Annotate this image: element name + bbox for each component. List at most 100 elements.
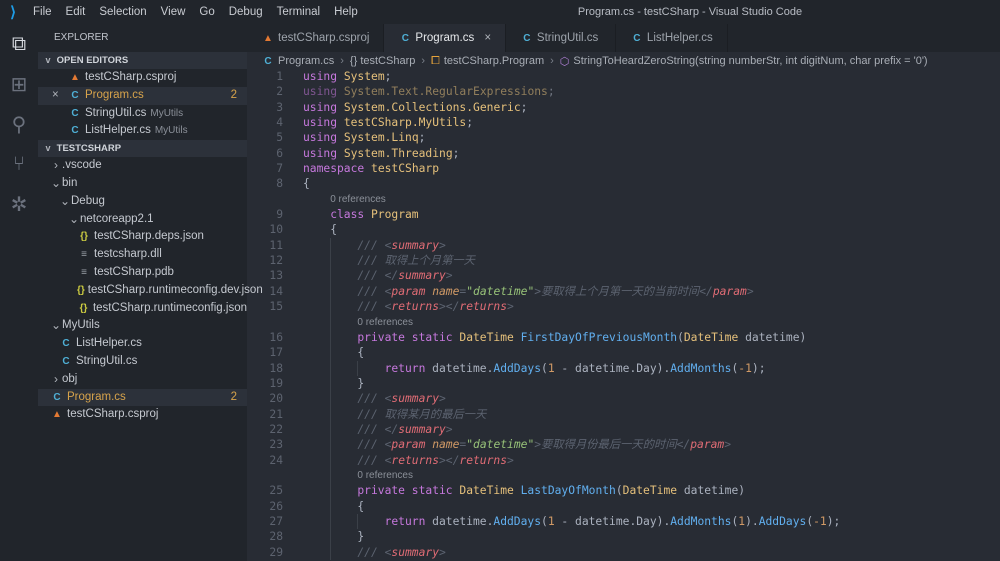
item-label: Program.cs <box>67 390 126 403</box>
file-item[interactable]: C ListHelper.cs <box>38 335 247 353</box>
tab-program-cs[interactable]: C Program.cs × <box>384 24 506 52</box>
code-token: returns <box>459 453 508 467</box>
vscode-logo-icon: ⟩ <box>10 4 16 21</box>
code-editor[interactable]: 1 using System; 2 using System.Text.Regular… <box>247 69 1000 561</box>
tab-close-icon[interactable]: × <box>484 32 491 44</box>
chevron-right-icon: › <box>550 55 554 67</box>
code-lens[interactable]: 0 references <box>247 192 1000 207</box>
code-token: { <box>357 499 365 513</box>
references-lens[interactable]: 0 references <box>330 192 386 207</box>
debug-button[interactable]: ✲ <box>0 184 38 224</box>
menu-edit[interactable]: Edit <box>59 6 93 18</box>
close-icon[interactable]: × <box>52 87 68 105</box>
line-content: private static DateTime LastDayOfMonth(D… <box>283 483 745 499</box>
menu-file[interactable]: File <box>26 6 59 18</box>
folder-item[interactable]: › obj <box>38 371 247 389</box>
file-item[interactable]: {} testCSharp.runtimeconfig.dev.json <box>38 282 263 300</box>
line-number: 1 <box>276 70 283 83</box>
line-number <box>247 468 283 483</box>
tab-listhelper-cs[interactable]: C ListHelper.cs <box>616 24 728 52</box>
menu-selection[interactable]: Selection <box>92 6 153 18</box>
breadcrumb-item[interactable]: StringToHeardZeroString(string numberStr… <box>573 55 927 67</box>
breadcrumb-item[interactable]: {} testCSharp <box>350 55 415 67</box>
code-token: ). <box>745 514 759 528</box>
code-token: returns <box>391 300 439 314</box>
file-item[interactable]: ≡ testCSharp.pdb <box>38 264 247 282</box>
indent-guide <box>330 452 357 468</box>
line-number: 12 <box>269 254 283 268</box>
code-token: ; <box>418 131 426 145</box>
indent-guide <box>303 422 330 437</box>
open-editor-item[interactable]: ▲ testCSharp.csproj <box>38 69 247 87</box>
search-button[interactable]: ⚲ <box>0 104 38 144</box>
code-token: using <box>303 116 344 130</box>
code-token: = <box>459 284 467 298</box>
tab-testcsharp-csproj[interactable]: ▲ testCSharp.csproj <box>247 24 385 52</box>
open-editor-item[interactable]: × C Program.cs 2 <box>38 86 247 105</box>
folder-item[interactable]: ⌄ bin <box>38 175 247 193</box>
line-number: 21 <box>269 407 283 421</box>
breadcrumb-item[interactable]: testCSharp.Program <box>444 55 544 67</box>
files-button[interactable]: ⧉ <box>0 24 38 64</box>
folder-item[interactable]: ⌄ MyUtils <box>38 317 247 335</box>
menu-help[interactable]: Help <box>327 6 365 18</box>
code-token: DateTime <box>459 484 521 498</box>
code-token: > <box>445 422 453 436</box>
menu-terminal[interactable]: Terminal <box>270 6 327 18</box>
file-item[interactable]: ▲ testCSharp.csproj <box>38 406 247 424</box>
breadcrumb-item[interactable]: Program.cs <box>278 55 334 67</box>
file-item[interactable]: {} testCSharp.runtimeconfig.json <box>38 300 247 318</box>
item-label: StringUtil.cs <box>76 354 138 367</box>
file-item[interactable]: C Program.cs 2 <box>38 388 247 407</box>
code-token: summary <box>391 545 439 559</box>
item-label: MyUtils <box>62 319 100 332</box>
code-lens[interactable]: 0 references <box>247 314 1000 330</box>
menu-go[interactable]: Go <box>192 6 221 18</box>
code-lens[interactable]: 0 references <box>247 467 1000 484</box>
indent-guide <box>330 513 357 530</box>
code-token: > <box>439 392 446 406</box>
chevron-right-icon: › <box>54 371 58 386</box>
folder-item[interactable]: ⌄ netcoreapp2.1 <box>38 211 247 229</box>
code-token: using <box>303 70 344 83</box>
source-control-button[interactable]: ⑂ <box>0 144 38 184</box>
folder-item[interactable]: ⌄ Debug <box>38 193 247 211</box>
menu-view[interactable]: View <box>154 6 193 18</box>
code-line: 9 class Program <box>247 207 1000 222</box>
line-number: 8 <box>276 177 283 191</box>
code-token: /// < <box>357 300 392 314</box>
code-token: class <box>330 208 371 222</box>
line-content: /// < returns ></returns > <box>283 299 514 315</box>
code-line: 16 private static DateTime FirstDayOfPrev… <box>247 329 1000 346</box>
references-lens[interactable]: 0 references <box>357 315 413 330</box>
file-item[interactable]: {} testCSharp.deps.json <box>38 228 247 246</box>
file-item[interactable]: ≡ testcsharp.dll <box>38 246 247 264</box>
open-editors-header[interactable]: v OPEN EDITORS <box>38 52 247 69</box>
line-number <box>247 315 283 330</box>
extensions-button[interactable]: ⊞ <box>0 64 38 104</box>
menu-debug[interactable]: Debug <box>222 6 270 18</box>
indent-guide <box>330 253 357 269</box>
project-header[interactable]: v TESTCSHARP <box>38 140 247 158</box>
line-content: private static DateTime FirstDayOfPrevio… <box>283 329 806 346</box>
code-token: /// < <box>357 545 392 559</box>
indent-guide <box>303 468 330 483</box>
code-token: param <box>391 284 426 298</box>
code-line: 26 { <box>247 498 1000 514</box>
tab-stringutil-cs[interactable]: C StringUtil.cs <box>506 24 616 52</box>
open-editor-item[interactable]: C StringUtil.cs MyUtils <box>38 105 247 123</box>
references-lens[interactable]: 0 references <box>357 468 413 483</box>
code-token: { <box>357 346 365 360</box>
code-line: 25 private static DateTime LastDayOfMonth… <box>247 483 1000 499</box>
code-token: using <box>303 100 344 114</box>
csharp-file-icon: C <box>523 32 531 44</box>
debug-icon: ✲ <box>10 193 28 216</box>
file-item[interactable]: C StringUtil.cs <box>38 353 247 371</box>
code-line: 13/// </summary > <box>247 268 1000 284</box>
line-number: 24 <box>269 453 283 467</box>
open-editor-item[interactable]: C ListHelper.cs MyUtils <box>38 122 247 140</box>
folder-item[interactable]: › .vscode <box>38 157 247 175</box>
chevron-down-icon: ⌄ <box>59 193 71 208</box>
line-number: 3 <box>276 100 283 114</box>
indent-guide <box>303 391 330 406</box>
